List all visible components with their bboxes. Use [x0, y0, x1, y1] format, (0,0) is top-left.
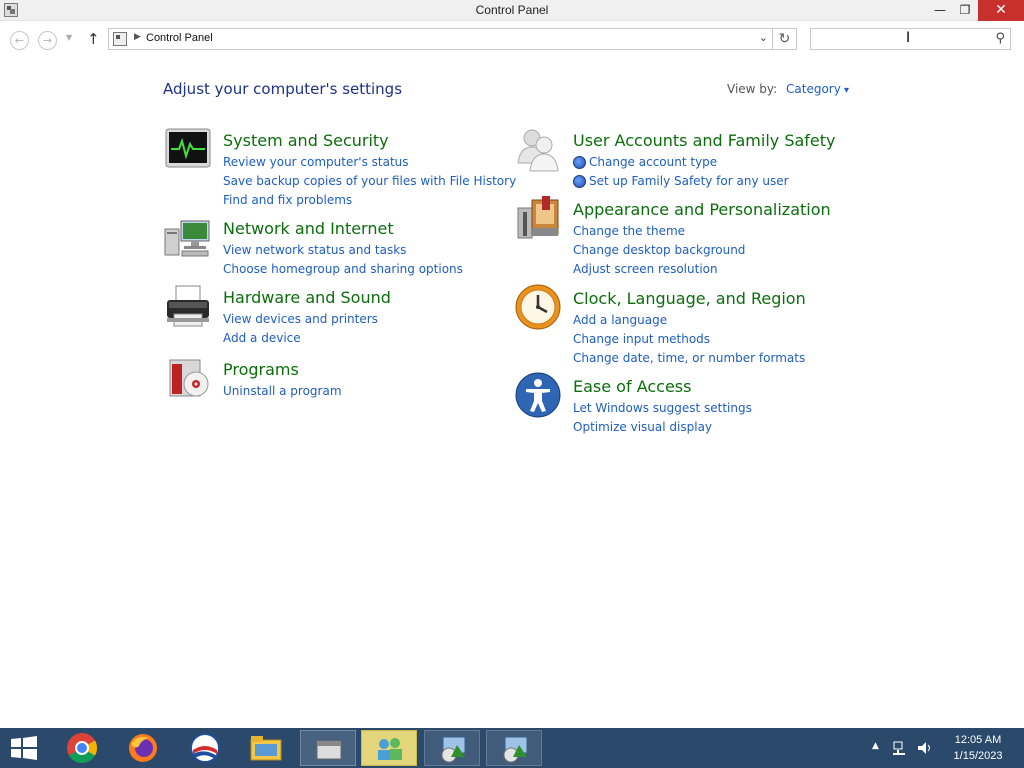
category-heading[interactable]: Clock, Language, and Region	[573, 289, 806, 308]
shield-icon	[573, 175, 586, 188]
navigation-bar: ← → ▼ ↑ ▶ Control Panel ⌄ ↻ I ⚲	[0, 22, 1024, 58]
category-link[interactable]: Change date, time, or number formats	[573, 351, 805, 365]
printer-icon[interactable]	[164, 282, 212, 330]
view-by-dropdown[interactable]: Category	[786, 82, 849, 96]
network-tray-icon[interactable]	[892, 740, 908, 756]
view-by-label: View by:	[727, 82, 778, 96]
taskbar-installer-button[interactable]	[424, 730, 480, 766]
category-link[interactable]: Choose homegroup and sharing options	[223, 262, 463, 276]
users-icon[interactable]	[514, 125, 562, 173]
system-clock[interactable]: 12:05 AM 1/15/2023	[940, 732, 1016, 764]
appearance-icon[interactable]	[514, 194, 562, 242]
category-link[interactable]: Change the theme	[573, 224, 685, 238]
volume-icon[interactable]	[916, 740, 934, 756]
category-link[interactable]: Save backup copies of your files with Fi…	[223, 174, 516, 188]
page-title: Adjust your computer's settings	[163, 80, 403, 98]
category-link[interactable]: Adjust screen resolution	[573, 262, 718, 276]
taskbar-app-button[interactable]	[300, 730, 356, 766]
category-link[interactable]: Optimize visual display	[573, 420, 712, 434]
category-link[interactable]: Set up Family Safety for any user	[589, 174, 789, 188]
control-panel-window: Control Panel — ❐ ✕ ← → ▼ ↑ ▶ Control Pa…	[0, 0, 1024, 728]
installer-icon	[441, 736, 466, 763]
clock-date: 1/15/2023	[953, 750, 1003, 762]
category-link[interactable]: Add a language	[573, 313, 667, 327]
category-link[interactable]: Change account type	[589, 155, 717, 169]
control-panel-icon	[378, 738, 402, 760]
category-heading[interactable]: Programs	[223, 360, 299, 379]
category-heading[interactable]: Hardware and Sound	[223, 288, 391, 307]
category-heading[interactable]: Network and Internet	[223, 219, 394, 238]
back-button[interactable]: ←	[10, 31, 29, 50]
search-input[interactable]: I ⚲	[810, 28, 1011, 50]
app-icon	[316, 740, 342, 760]
taskbar-installer-button[interactable]	[486, 730, 542, 766]
clock-icon[interactable]	[514, 283, 562, 331]
forward-button[interactable]: →	[38, 31, 57, 50]
category-heading[interactable]: System and Security	[223, 131, 389, 150]
category-heading[interactable]: User Accounts and Family Safety	[573, 131, 836, 150]
category-link[interactable]: Review your computer's status	[223, 155, 409, 169]
title-bar: Control Panel — ❐ ✕	[0, 0, 1024, 21]
category-link[interactable]: View devices and printers	[223, 312, 378, 326]
system-security-icon[interactable]	[164, 125, 212, 173]
breadcrumb-separator-icon[interactable]: ▶	[134, 32, 141, 42]
refresh-button[interactable]: ↻	[773, 28, 797, 50]
firefox-icon[interactable]	[127, 732, 159, 764]
category-link[interactable]: Add a device	[223, 331, 301, 345]
window-title: Control Panel	[475, 3, 549, 17]
obama-icon[interactable]	[189, 732, 221, 764]
category-heading[interactable]: Ease of Access	[573, 377, 691, 396]
chevron-down-icon[interactable]: ⌄	[759, 31, 768, 44]
chrome-icon[interactable]	[66, 732, 98, 764]
file-explorer-icon[interactable]	[250, 734, 282, 762]
text-cursor-icon: I	[906, 30, 911, 46]
close-button[interactable]: ✕	[978, 0, 1024, 21]
show-hidden-icons-chevron-icon[interactable]: ▲	[872, 741, 879, 751]
minimize-button[interactable]: —	[926, 0, 954, 21]
category-link[interactable]: Let Windows suggest settings	[573, 401, 752, 415]
up-arrow-icon[interactable]: ↑	[87, 30, 100, 48]
category-link[interactable]: Change desktop background	[573, 243, 745, 257]
category-link[interactable]: Uninstall a program	[223, 384, 342, 398]
accessibility-icon[interactable]	[514, 371, 562, 419]
recent-locations-dropdown[interactable]: ▼	[66, 33, 72, 42]
category-link[interactable]: View network status and tasks	[223, 243, 406, 257]
programs-icon[interactable]	[164, 354, 212, 402]
installer-icon	[503, 736, 528, 763]
clock-time: 12:05 AM	[954, 734, 1002, 746]
taskbar: ▲ 12:05 AM 1/15/2023	[0, 728, 1024, 768]
category-link[interactable]: Change input methods	[573, 332, 710, 346]
start-icon[interactable]	[10, 736, 38, 760]
category-link[interactable]: Find and fix problems	[223, 193, 352, 207]
breadcrumb[interactable]: Control Panel	[146, 32, 213, 44]
restore-button[interactable]: ❐	[952, 0, 978, 21]
control-panel-small-icon	[113, 32, 127, 46]
category-heading[interactable]: Appearance and Personalization	[573, 200, 831, 219]
shield-icon	[573, 156, 586, 169]
network-icon[interactable]	[164, 213, 212, 261]
taskbar-control-panel-button[interactable]	[361, 730, 417, 766]
search-icon[interactable]: ⚲	[995, 31, 1005, 46]
address-bar[interactable]: ▶ Control Panel ⌄	[108, 28, 773, 50]
